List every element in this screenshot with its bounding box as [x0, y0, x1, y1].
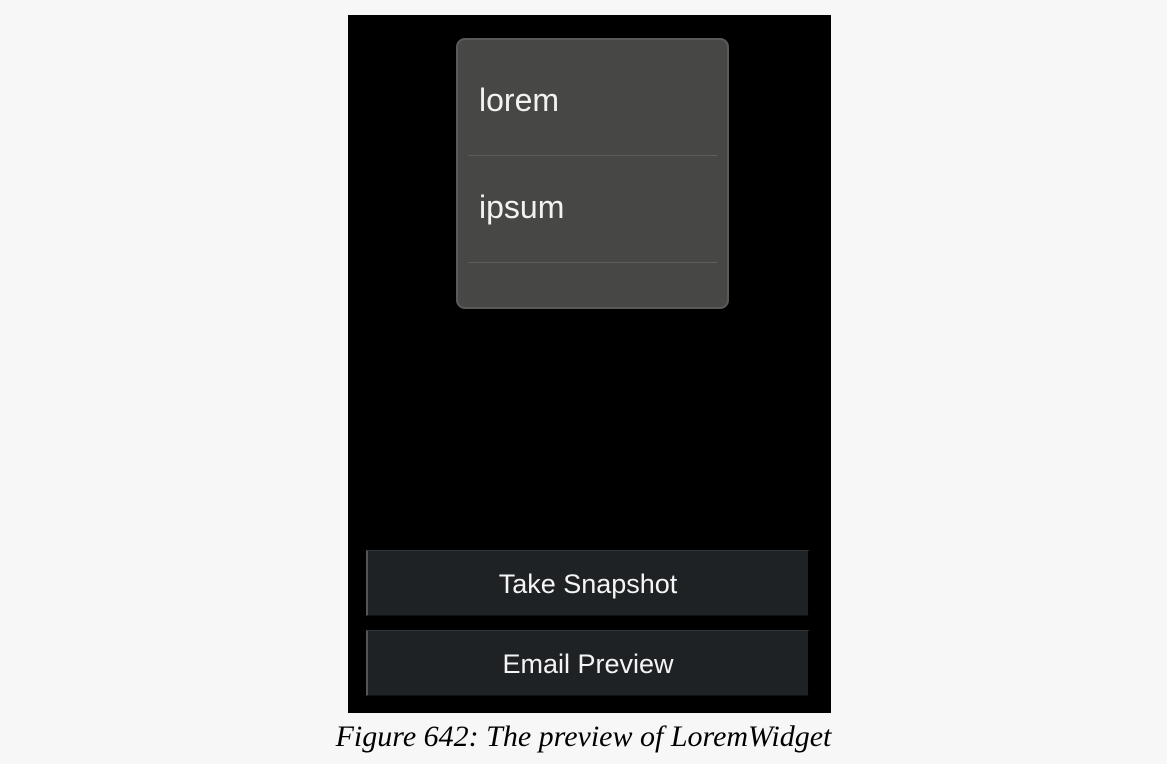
- widget-list-item[interactable]: lorem: [468, 50, 717, 156]
- take-snapshot-button[interactable]: Take Snapshot: [366, 550, 810, 616]
- widget-list-item[interactable]: ipsum: [468, 157, 717, 263]
- lorem-widget-preview: lorem ipsum: [456, 38, 729, 309]
- email-preview-button[interactable]: Email Preview: [366, 630, 810, 696]
- widget-list-item-label: ipsum: [479, 189, 565, 225]
- device-screen: lorem ipsum Take Snapshot Email Preview: [348, 15, 831, 713]
- widget-list-item-label: lorem: [479, 82, 560, 118]
- figure-caption: Figure 642: The preview of LoremWidget: [335, 720, 832, 753]
